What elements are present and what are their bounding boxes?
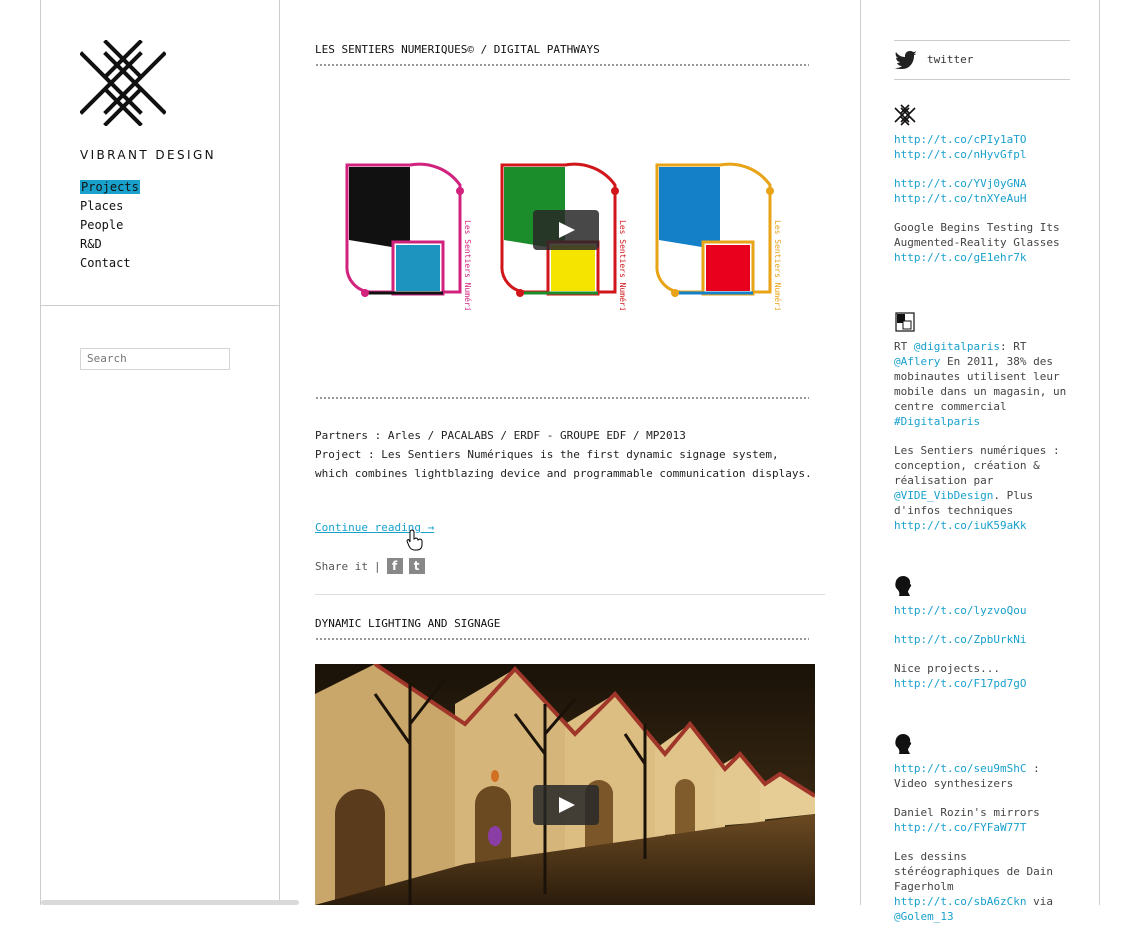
nav-item-label: Places — [80, 199, 124, 213]
share-bar: Share it | f t — [315, 558, 425, 574]
tweet-body: Google Begins Testing Its Augmented-Real… — [894, 221, 1060, 249]
tweet-mention[interactable]: @digitalparis — [914, 340, 1000, 353]
play-button-icon[interactable] — [533, 785, 599, 825]
left-separator — [41, 305, 279, 306]
tweet-text: Les Sentiers numériques : conception, cr… — [894, 443, 1070, 533]
left-sidebar: VIBRANT DESIGN Projects Places People R&… — [41, 0, 299, 905]
tweet-text: RT @digitalparis: RT @Aflery En 2011, 38… — [894, 339, 1070, 429]
post-title[interactable]: DYNAMIC LIGHTING AND SIGNAGE — [315, 617, 500, 630]
tweet-item: http://t.co/cPIy1aTO http://t.co/nHyvGfp… — [894, 104, 1070, 265]
tweet-body: Daniel Rozin's mirrors — [894, 806, 1040, 819]
tweet-item: http://t.co/lyzvoQou http://t.co/ZpbUrkN… — [894, 575, 1070, 691]
tweet-link[interactable]: http://t.co/YVj0yGNA — [894, 177, 1026, 190]
column-divider-right — [1099, 0, 1100, 905]
tweet-text: http://t.co/ZpbUrkNi — [894, 632, 1070, 647]
post-video-embed[interactable] — [315, 664, 815, 905]
post-video-embed[interactable]: Les Sentiers Numériques Les Sentiers Num… — [315, 140, 815, 331]
tweet-link[interactable]: http://t.co/lyzvoQou — [894, 604, 1026, 617]
nav-item-rnd[interactable]: R&D — [80, 235, 140, 254]
tweet-link[interactable]: http://t.co/ZpbUrkNi — [894, 633, 1026, 646]
tweet-link[interactable]: http://t.co/nHyvGfpl — [894, 148, 1026, 161]
tweet-text: Google Begins Testing Its Augmented-Real… — [894, 220, 1070, 265]
brand-logo-icon[interactable] — [79, 39, 167, 127]
tweet-list: http://t.co/cPIy1aTO http://t.co/nHyvGfp… — [894, 104, 1070, 950]
nav-item-contact[interactable]: Contact — [80, 254, 140, 273]
tweet-mention[interactable]: @VIDE_VibDesign — [894, 489, 993, 502]
tweet-text: http://t.co/cPIy1aTO http://t.co/nHyvGfp… — [894, 132, 1070, 162]
figure-label: Les Sentiers Numériques — [463, 220, 473, 310]
nav-item-people[interactable]: People — [80, 216, 140, 235]
dotted-divider — [315, 638, 809, 640]
tweet-hashtag[interactable]: #Digitalparis — [894, 415, 980, 428]
nav-item-label: Projects — [80, 180, 140, 194]
tweet-link[interactable]: http://t.co/iuK59aKk — [894, 519, 1026, 532]
tweet-link[interactable]: http://t.co/seu9mShC — [894, 762, 1026, 775]
nav-item-places[interactable]: Places — [80, 197, 140, 216]
twitter-label: twitter — [927, 53, 974, 66]
post-project: Project : Les Sentiers Numériques is the… — [315, 448, 812, 480]
square-logo-icon[interactable] — [894, 311, 916, 333]
main-nav: Projects Places People R&D Contact — [80, 178, 140, 273]
share-label: Share it — [315, 559, 368, 573]
figure-label: Les Sentiers Numériques — [773, 220, 783, 310]
tweet-body: Les dessins stéréographiques de Dain Fag… — [894, 850, 1053, 893]
dotted-divider — [315, 397, 809, 399]
profile-silhouette-icon[interactable] — [894, 575, 916, 597]
brand-name: VIBRANT DESIGN — [80, 148, 217, 162]
twitter-share-icon[interactable]: t — [408, 558, 425, 574]
tweet-link[interactable]: http://t.co/sbA6zCkn — [894, 895, 1026, 908]
tweet-link[interactable]: http://t.co/F17pd7gO — [894, 677, 1026, 690]
facebook-icon[interactable]: f — [386, 558, 403, 574]
tweet-text: http://t.co/YVj0yGNA http://t.co/tnXYeAu… — [894, 176, 1070, 206]
tweet-text: Daniel Rozin's mirrors http://t.co/FYFaW… — [894, 805, 1070, 835]
tweet-link[interactable]: http://t.co/tnXYeAuH — [894, 192, 1026, 205]
column-divider-mid-left — [279, 0, 280, 905]
post-separator — [315, 594, 825, 595]
tweet-mention[interactable]: @Golem_13 — [894, 910, 954, 923]
nav-item-label: People — [80, 218, 124, 232]
tweet-text: http://t.co/lyzvoQou — [894, 603, 1070, 618]
xx-logo-icon[interactable] — [894, 104, 916, 126]
dotted-divider — [315, 64, 809, 66]
tweet-body: RT — [894, 340, 914, 353]
tweet-text: Les dessins stéréographiques de Dain Fag… — [894, 849, 1070, 924]
tweet-item: http://t.co/seu9mShC : Video synthesizer… — [894, 733, 1070, 924]
nav-item-label: Contact — [80, 256, 131, 270]
post-excerpt: Partners : Arles / PACALABS / ERDF - GRO… — [315, 426, 815, 483]
tweet-link[interactable]: http://t.co/FYFaW77T — [894, 821, 1026, 834]
tweet-item: RT @digitalparis: RT @Aflery En 2011, 38… — [894, 311, 1070, 533]
profile-silhouette-icon[interactable] — [894, 733, 916, 755]
twitter-widget-header[interactable]: twitter — [894, 40, 1070, 80]
tweet-body: via — [1026, 895, 1053, 908]
horizontal-scrollbar[interactable] — [41, 900, 299, 905]
nav-item-projects[interactable]: Projects — [80, 178, 140, 197]
post-partners: Partners : Arles / PACALABS / ERDF - GRO… — [315, 429, 686, 442]
nav-item-label: R&D — [80, 237, 102, 251]
post-title[interactable]: LES SENTIERS NUMERIQUES© / DIGITAL PATHW… — [315, 43, 600, 56]
tweet-link[interactable]: http://t.co/gE1ehr7k — [894, 251, 1026, 264]
tweet-body: Nice projects... — [894, 662, 1000, 675]
tweet-text: Nice projects... http://t.co/F17pd7gO — [894, 661, 1070, 691]
tweet-body: Les Sentiers numériques : conception, cr… — [894, 444, 1060, 487]
twitter-bird-icon — [895, 51, 917, 69]
share-separator: | — [373, 559, 381, 573]
search-input[interactable] — [80, 348, 230, 370]
tweet-link[interactable]: http://t.co/cPIy1aTO — [894, 133, 1026, 146]
hand-cursor-icon — [406, 529, 423, 551]
tweet-text: http://t.co/seu9mShC : Video synthesizer… — [894, 761, 1070, 791]
figure-label: Les Sentiers Numériques — [618, 220, 628, 310]
column-divider-mid-right — [860, 0, 861, 905]
tweet-mention[interactable]: @Aflery — [894, 355, 940, 368]
tweet-body: : RT — [999, 340, 1027, 353]
play-button-icon[interactable] — [533, 210, 599, 250]
